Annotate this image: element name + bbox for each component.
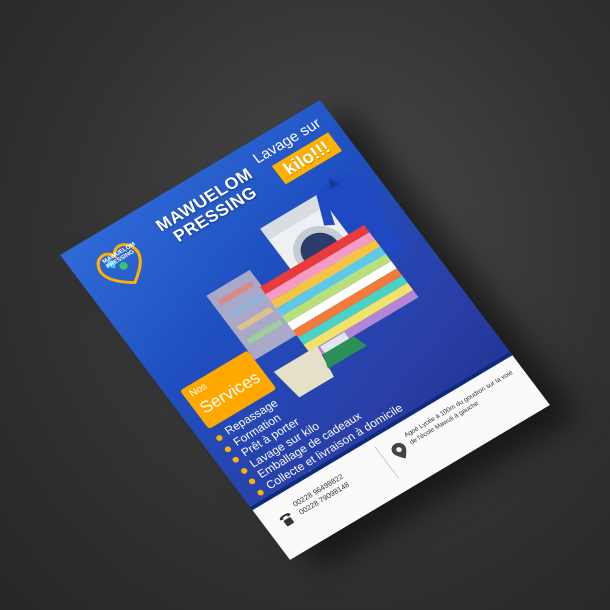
flyer: MAWUELOM PRESSING MAWUELOM PRESSING Lava… xyxy=(60,99,551,560)
photo-scene: MAWUELOM PRESSING MAWUELOM PRESSING Lava… xyxy=(0,0,610,610)
